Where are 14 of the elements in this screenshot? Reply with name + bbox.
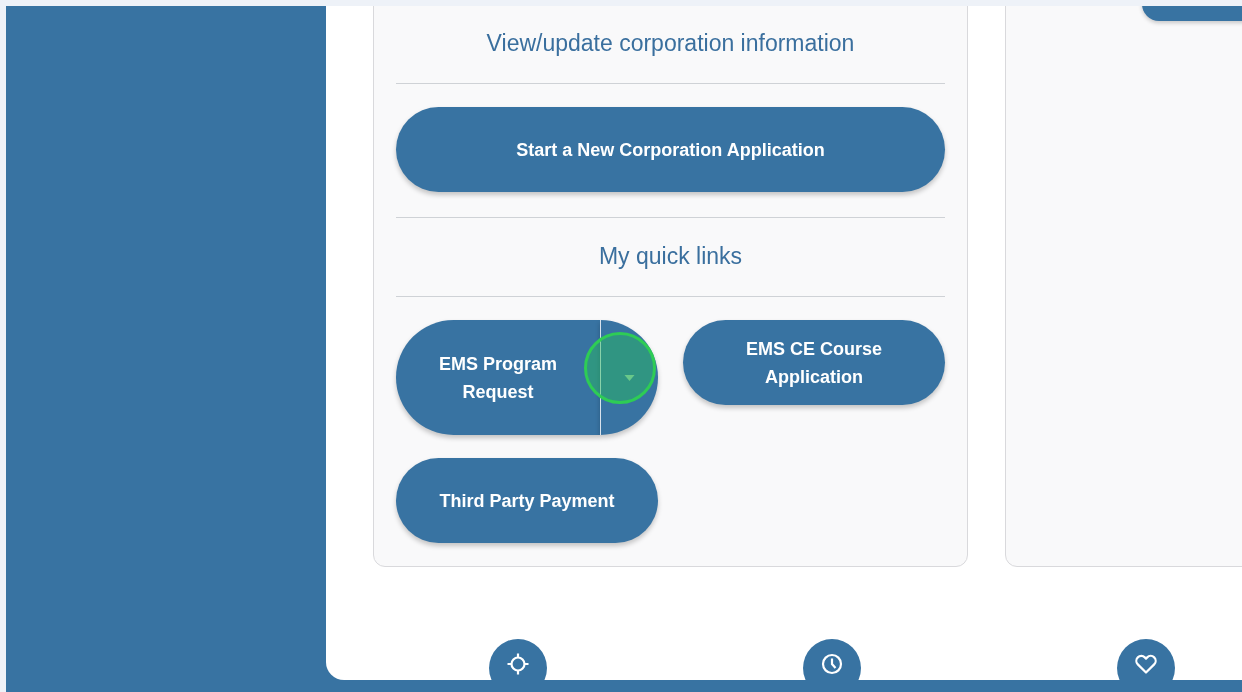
crosshair-icon bbox=[506, 652, 530, 676]
target-button[interactable] bbox=[489, 639, 547, 680]
quick-link-button[interactable]: Third Party Payment bbox=[396, 458, 658, 543]
click-highlight bbox=[584, 332, 656, 404]
quick-link-button[interactable]: EMS Program Request bbox=[396, 320, 600, 435]
history-button[interactable] bbox=[803, 639, 861, 680]
section-heading: View/update corporation information bbox=[485, 29, 856, 58]
section-heading: My quick links bbox=[597, 242, 744, 271]
clock-icon bbox=[820, 652, 844, 676]
heart-icon bbox=[1134, 652, 1158, 676]
new-application-button[interactable]: Start a New Corporation Application bbox=[396, 107, 945, 192]
quick-link-button[interactable]: EMS CE Course Application bbox=[683, 320, 945, 405]
favorites-button[interactable] bbox=[1117, 639, 1175, 680]
caret-icon bbox=[624, 374, 635, 381]
